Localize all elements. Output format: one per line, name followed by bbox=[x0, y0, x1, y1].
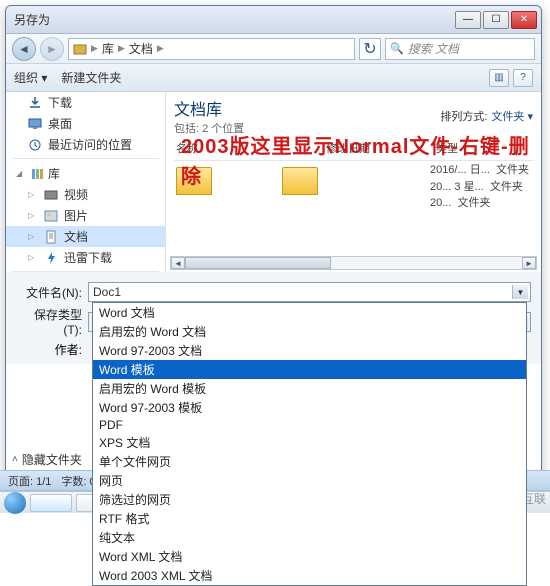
horizontal-scrollbar[interactable]: ◄ ► bbox=[170, 256, 537, 270]
expand-icon: ▷ bbox=[28, 190, 38, 199]
breadcrumb[interactable]: ▶ 库 ▶ 文档 ▶ bbox=[68, 38, 355, 60]
sidebar-item-label: 迅雷下载 bbox=[64, 249, 112, 266]
sidebar-item-recent[interactable]: 最近访问的位置 bbox=[6, 134, 165, 155]
chevron-right-icon: ▶ bbox=[157, 43, 164, 54]
filetype-label: 保存类型(T): bbox=[16, 306, 88, 337]
sidebar-item-pictures[interactable]: ▷ 图片 bbox=[6, 205, 165, 226]
filename-label: 文件名(N): bbox=[16, 284, 88, 301]
search-icon: 🔍 bbox=[390, 42, 404, 55]
sidebar-item-label: 最近访问的位置 bbox=[48, 136, 132, 153]
filetype-option[interactable]: 启用宏的 Word 文档 bbox=[93, 322, 526, 341]
filetype-option[interactable]: Word 97-2003 模板 bbox=[93, 398, 526, 417]
annotation-overlay: 2003版这里显示Normal文件-右键-删除 bbox=[181, 132, 541, 192]
sidebar-item-thunder[interactable]: ▷ 迅雷下载 bbox=[6, 247, 165, 268]
window-title: 另存为 bbox=[10, 11, 455, 28]
library-title: 文档库 bbox=[174, 96, 244, 120]
help-button[interactable]: ? bbox=[513, 69, 533, 87]
sidebar-item-label: 库 bbox=[48, 165, 60, 182]
refresh-button[interactable]: ↻ bbox=[359, 38, 381, 60]
scroll-left-button[interactable]: ◄ bbox=[171, 257, 185, 269]
hide-folders-toggle[interactable]: ˄ 隐藏文件夹 bbox=[12, 451, 82, 468]
navbar: ◄ ► ▶ 库 ▶ 文档 ▶ ↻ 🔍 搜索 文档 bbox=[6, 34, 541, 64]
search-input[interactable]: 🔍 搜索 文档 bbox=[385, 38, 535, 60]
sidebar-item-label: 图片 bbox=[64, 207, 88, 224]
sidebar-item-documents[interactable]: ▷ 文档 bbox=[6, 226, 165, 247]
filetype-option[interactable]: 网页 bbox=[93, 471, 526, 490]
organize-menu[interactable]: 组织 ▾ bbox=[14, 69, 47, 86]
library-root-icon bbox=[73, 42, 87, 56]
minimize-button[interactable]: — bbox=[455, 11, 481, 29]
filetype-option[interactable]: 单个文件网页 bbox=[93, 452, 526, 471]
sidebar-item-downloads[interactable]: 下载 bbox=[6, 92, 165, 113]
picture-icon bbox=[44, 209, 58, 223]
crumb-documents[interactable]: 文档 bbox=[129, 40, 153, 57]
filetype-option[interactable]: 启用宏的 Word 模板 bbox=[93, 379, 526, 398]
crumb-library[interactable]: 库 bbox=[102, 40, 114, 57]
chevron-right-icon: ▶ bbox=[118, 43, 125, 54]
author-label: 作者: bbox=[16, 341, 88, 358]
chevron-down-icon[interactable]: ▼ bbox=[512, 285, 528, 299]
word-count[interactable]: 字数: 0 bbox=[61, 473, 95, 489]
document-icon bbox=[44, 230, 58, 244]
video-icon bbox=[44, 188, 58, 202]
file-list-pane: 文档库 包括: 2 个位置 排列方式: 文件夹 ▾ 名称 修改日期 类型 201… bbox=[166, 92, 541, 272]
filetype-option[interactable]: Word 文档 bbox=[93, 303, 526, 322]
recent-icon bbox=[28, 138, 42, 152]
taskbar-app-ie[interactable] bbox=[30, 494, 72, 512]
scroll-thumb[interactable] bbox=[185, 257, 331, 269]
new-folder-button[interactable]: 新建文件夹 bbox=[61, 69, 121, 86]
filetype-options-list[interactable]: Word 文档启用宏的 Word 文档Word 97-2003 文档Word 模… bbox=[92, 302, 527, 586]
search-placeholder: 搜索 文档 bbox=[408, 40, 459, 57]
chevron-up-icon: ˄ bbox=[12, 454, 18, 465]
library-icon bbox=[30, 167, 44, 181]
expand-icon: ▷ bbox=[28, 232, 38, 241]
filetype-option[interactable]: PDF bbox=[93, 417, 526, 433]
sidebar-item-label: 视频 bbox=[64, 186, 88, 203]
back-button[interactable]: ◄ bbox=[12, 37, 36, 61]
download-icon bbox=[28, 96, 42, 110]
forward-button[interactable]: ► bbox=[40, 37, 64, 61]
sidebar-item-videos[interactable]: ▷ 视频 bbox=[6, 184, 165, 205]
maximize-button[interactable]: ☐ bbox=[483, 11, 509, 29]
sidebar-item-label: 下载 bbox=[48, 94, 72, 111]
expand-icon: ▷ bbox=[28, 211, 38, 220]
page-indicator[interactable]: 页面: 1/1 bbox=[8, 473, 51, 489]
scroll-right-button[interactable]: ► bbox=[522, 257, 536, 269]
sidebar-item-label: 文档 bbox=[64, 228, 88, 245]
filetype-option[interactable]: RTF 格式 bbox=[93, 509, 526, 528]
chevron-right-icon: ▶ bbox=[91, 43, 98, 54]
desktop-icon bbox=[28, 117, 42, 131]
sidebar-section-library[interactable]: ◢ 库 bbox=[6, 162, 165, 184]
sidebar: 下载 桌面 最近访问的位置 ◢ 库 ▷ 视频 ▷ bbox=[6, 92, 166, 272]
view-options-button[interactable]: ▥ bbox=[489, 69, 509, 87]
expand-icon: ◢ bbox=[16, 169, 26, 178]
sort-label: 排列方式: bbox=[440, 108, 487, 124]
sidebar-item-label: 桌面 bbox=[48, 115, 72, 132]
toolbar: 组织 ▾ 新建文件夹 ▥ ? bbox=[6, 64, 541, 92]
thunder-icon bbox=[44, 251, 58, 265]
close-button[interactable]: ✕ bbox=[511, 11, 537, 29]
filename-input[interactable]: Doc1 ▼ bbox=[88, 282, 531, 302]
hide-folders-label: 隐藏文件夹 bbox=[22, 451, 82, 468]
filetype-option[interactable]: XPS 文档 bbox=[93, 433, 526, 452]
filetype-option[interactable]: Word 97-2003 文档 bbox=[93, 341, 526, 360]
sidebar-item-desktop[interactable]: 桌面 bbox=[6, 113, 165, 134]
filetype-option[interactable]: Word 2003 XML 文档 bbox=[93, 566, 526, 585]
filetype-option[interactable]: Word XML 文档 bbox=[93, 547, 526, 566]
start-button[interactable] bbox=[4, 492, 26, 514]
filetype-option[interactable]: 纯文本 bbox=[93, 528, 526, 547]
filename-value: Doc1 bbox=[93, 285, 121, 299]
filetype-option[interactable]: Word 模板 bbox=[93, 360, 526, 379]
sort-mode-dropdown[interactable]: 文件夹 ▾ bbox=[491, 108, 533, 124]
filetype-option[interactable]: 筛选过的网页 bbox=[93, 490, 526, 509]
expand-icon: ▷ bbox=[28, 253, 38, 262]
titlebar: 另存为 — ☐ ✕ bbox=[6, 6, 541, 34]
